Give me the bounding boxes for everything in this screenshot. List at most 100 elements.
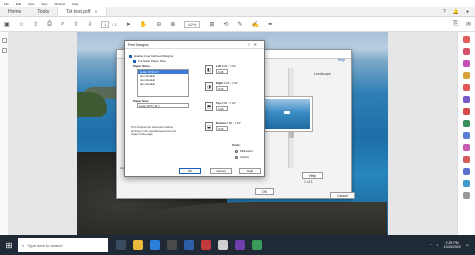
millimeter-radio[interactable] <box>235 149 238 153</box>
save-icon[interactable]: ▣ <box>4 21 10 28</box>
properties-help-button[interactable]: Help <box>302 172 324 179</box>
page-down-icon[interactable]: ⇩ <box>87 21 92 28</box>
properties-help-link[interactable]: Help <box>338 58 345 62</box>
word-icon[interactable] <box>184 240 194 250</box>
menu-edit[interactable]: Edit <box>16 2 21 6</box>
file-explorer-icon[interactable] <box>133 240 143 250</box>
close-icon[interactable]: ✕ <box>254 42 261 47</box>
each-paper-label: For Each Paper Size <box>138 59 166 63</box>
windows-start-icon[interactable]: ⊞ <box>0 235 18 255</box>
bottom-margin-input[interactable]: 0.00 <box>216 126 228 131</box>
taskbar-clock[interactable]: 2:25 PM 11/26/2020 <box>443 241 460 249</box>
lava-rock-bottom <box>137 202 387 235</box>
highlight-icon[interactable]: ✍ <box>251 21 258 28</box>
close-icon[interactable]: ✕ <box>94 9 97 14</box>
each-paper-row[interactable]: For Each Paper Size <box>133 59 166 63</box>
left-margin-input[interactable]: 0.00 <box>216 69 228 74</box>
menu-view[interactable]: View <box>28 2 34 6</box>
taskbar-search-box[interactable]: ⌕ Type here to search <box>18 238 108 252</box>
menu-sign[interactable]: Sign <box>41 2 47 6</box>
page-thumbnails-icon[interactable] <box>2 38 7 43</box>
edit-pdf-icon[interactable] <box>463 60 470 67</box>
list-item[interactable]: Item Default <box>138 82 188 86</box>
paper-sizes-list[interactable]: Letter (8.5x11") Item Default Item Defau… <box>137 69 189 97</box>
search-icon[interactable]: ⌕ <box>61 21 64 28</box>
task-view-icon[interactable] <box>116 240 126 250</box>
protect-icon[interactable] <box>463 120 470 127</box>
send-for-signature-icon[interactable] <box>463 144 470 151</box>
share-link-icon[interactable]: ⎘ <box>453 21 458 28</box>
comment-icon[interactable]: ✎ <box>237 21 242 28</box>
excel-icon[interactable] <box>252 240 262 250</box>
redact-icon[interactable] <box>463 108 470 115</box>
tab-document[interactable]: Tst test.pdf ✕ <box>57 7 107 16</box>
unit-millimeter-row[interactable]: Millimeter <box>235 149 253 153</box>
scan-ocr-icon[interactable] <box>463 180 470 187</box>
comment-tool-icon[interactable] <box>463 72 470 79</box>
zoom-select[interactable]: 62% <box>184 20 201 28</box>
fill-sign-icon[interactable] <box>463 132 470 139</box>
tab-tools[interactable]: Tools <box>29 7 57 16</box>
cursor-icon[interactable]: ➤ <box>126 21 131 28</box>
enable-margins-row[interactable]: Enable User Defined Margins <box>129 54 173 58</box>
left-navigation-pane <box>0 32 9 235</box>
paper-size-select[interactable]: Letter (8.5 x 11") <box>137 103 189 108</box>
account-icon[interactable]: ● <box>466 9 469 15</box>
edge-browser-icon[interactable] <box>150 240 160 250</box>
clock-date: 11/26/2020 <box>443 245 461 249</box>
bookmarks-icon[interactable] <box>2 48 7 53</box>
acrobat-icon[interactable] <box>201 240 211 250</box>
search-icon: ⌕ <box>22 242 25 248</box>
right-margin-icon: ◨ <box>205 82 213 91</box>
left-margin-label: Left 0.00 - 7.91" <box>216 64 237 68</box>
inches-label: Inches <box>240 155 249 159</box>
each-paper-checkbox[interactable] <box>133 59 136 63</box>
wifi-icon[interactable]: ◔ <box>430 243 432 247</box>
taskbar-apps <box>116 240 262 250</box>
hand-icon[interactable]: ✋ <box>140 21 147 28</box>
bookmark-icon[interactable]: ☆ <box>19 21 24 28</box>
bottom-margin-label: Bottom 0.00 - 7.91" <box>216 121 241 125</box>
zoom-out-icon[interactable]: ⊖ <box>156 21 161 28</box>
combine-files-icon[interactable] <box>463 84 470 91</box>
menu-window[interactable]: Window <box>54 2 65 6</box>
right-margin-input[interactable]: 0.00 <box>216 86 228 91</box>
notification-center-icon[interactable]: ▭ <box>466 243 469 247</box>
margins-cancel-button[interactable]: Cancel <box>210 168 232 174</box>
notifications-icon[interactable]: 🔔 <box>453 9 459 15</box>
properties-cancel-button[interactable]: Cancel <box>330 192 355 199</box>
sign-icon[interactable]: ✒ <box>268 21 273 28</box>
tab-home[interactable]: Home <box>0 7 29 16</box>
help-icon[interactable]: ? <box>443 9 446 15</box>
top-margin-icon: ⬒ <box>205 102 213 111</box>
organize-pages-icon[interactable] <box>463 96 470 103</box>
print-icon[interactable]: ⎙ <box>47 21 52 28</box>
top-margin-input[interactable]: 0.00 <box>216 106 228 111</box>
print-production-icon[interactable] <box>463 168 470 175</box>
orientation-label: Landscape <box>313 72 331 76</box>
margins-help-button[interactable]: Help <box>239 168 261 174</box>
mail-icon[interactable]: ✉ <box>466 21 471 28</box>
page-up-icon[interactable]: ⇧ <box>73 21 78 28</box>
create-pdf-icon[interactable] <box>463 48 470 55</box>
zoom-in-icon[interactable]: ⊕ <box>170 21 175 28</box>
unit-inches-row[interactable]: Inches <box>235 155 249 159</box>
page-number-input[interactable]: 1 <box>101 20 110 28</box>
menu-help[interactable]: Help <box>72 2 78 6</box>
menu-file[interactable]: File <box>4 2 9 6</box>
fit-page-icon[interactable]: ⊞ <box>209 21 214 28</box>
bottom-margin-icon: ⬓ <box>205 122 213 131</box>
export-pdf-icon[interactable] <box>463 36 470 43</box>
compress-pdf-icon[interactable] <box>463 156 470 163</box>
upload-icon[interactable]: ⇪ <box>33 21 38 28</box>
onenote-icon[interactable] <box>235 240 245 250</box>
more-tools-icon[interactable] <box>463 192 470 199</box>
chrome-icon[interactable] <box>218 240 228 250</box>
store-icon[interactable] <box>167 240 177 250</box>
rotate-icon[interactable]: ⟲ <box>223 21 228 28</box>
properties-ok-button[interactable]: OK <box>255 188 275 195</box>
enable-margins-checkbox[interactable] <box>129 54 132 58</box>
inches-radio[interactable] <box>235 155 238 159</box>
margins-ok-button[interactable]: OK <box>179 168 201 174</box>
volume-icon[interactable]: ♪ <box>437 243 439 247</box>
